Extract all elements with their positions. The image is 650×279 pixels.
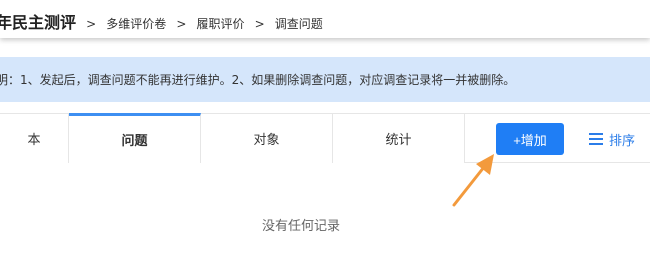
list-icon <box>589 133 603 145</box>
breadcrumb: 年民主测评 > 多维评价卷 > 履职评价 > 调查问题 <box>0 9 323 33</box>
notice-banner: 明：1、发起后，调查问题不能再进行维护。2、如果删除调查问题，对应调查记录将一并… <box>0 57 650 102</box>
tab-label: 对象 <box>253 133 280 148</box>
header-bar: 年民主测评 > 多维评价卷 > 履职评价 > 调查问题 <box>0 0 650 38</box>
tab-basic[interactable]: 本 <box>0 114 69 163</box>
tab-statistics[interactable]: 统计 <box>333 114 465 163</box>
tab-label: 本 <box>27 133 41 148</box>
breadcrumb-separator: > <box>176 17 187 31</box>
empty-state-text: 没有任何记录 <box>261 219 340 234</box>
tab-questions[interactable]: 问题 <box>69 113 201 163</box>
breadcrumb-item-survey-volume[interactable]: 多维评价卷 <box>106 17 166 31</box>
tab-targets[interactable]: 对象 <box>201 114 333 163</box>
sort-button[interactable]: 排序 <box>589 129 635 149</box>
breadcrumb-separator: > <box>254 17 265 31</box>
tab-label: 统计 <box>385 133 412 148</box>
tab-label: 问题 <box>121 134 148 149</box>
annotation-arrow-icon <box>452 154 494 207</box>
breadcrumb-title[interactable]: 年民主测评 <box>0 13 76 32</box>
breadcrumb-item-performance-review[interactable]: 履职评价 <box>197 17 245 31</box>
breadcrumb-separator: > <box>86 17 97 31</box>
breadcrumb-item-survey-questions: 调查问题 <box>274 17 323 31</box>
notice-text: 明：1、发起后，调查问题不能再进行维护。2、如果删除调查问题，对应调查记录将一并… <box>0 73 516 87</box>
add-button[interactable]: +增加 <box>496 123 564 155</box>
sort-label: 排序 <box>609 133 636 149</box>
page: 年民主测评 > 多维评价卷 > 履职评价 > 调查问题 明：1、发起后，调查问题… <box>0 0 650 279</box>
